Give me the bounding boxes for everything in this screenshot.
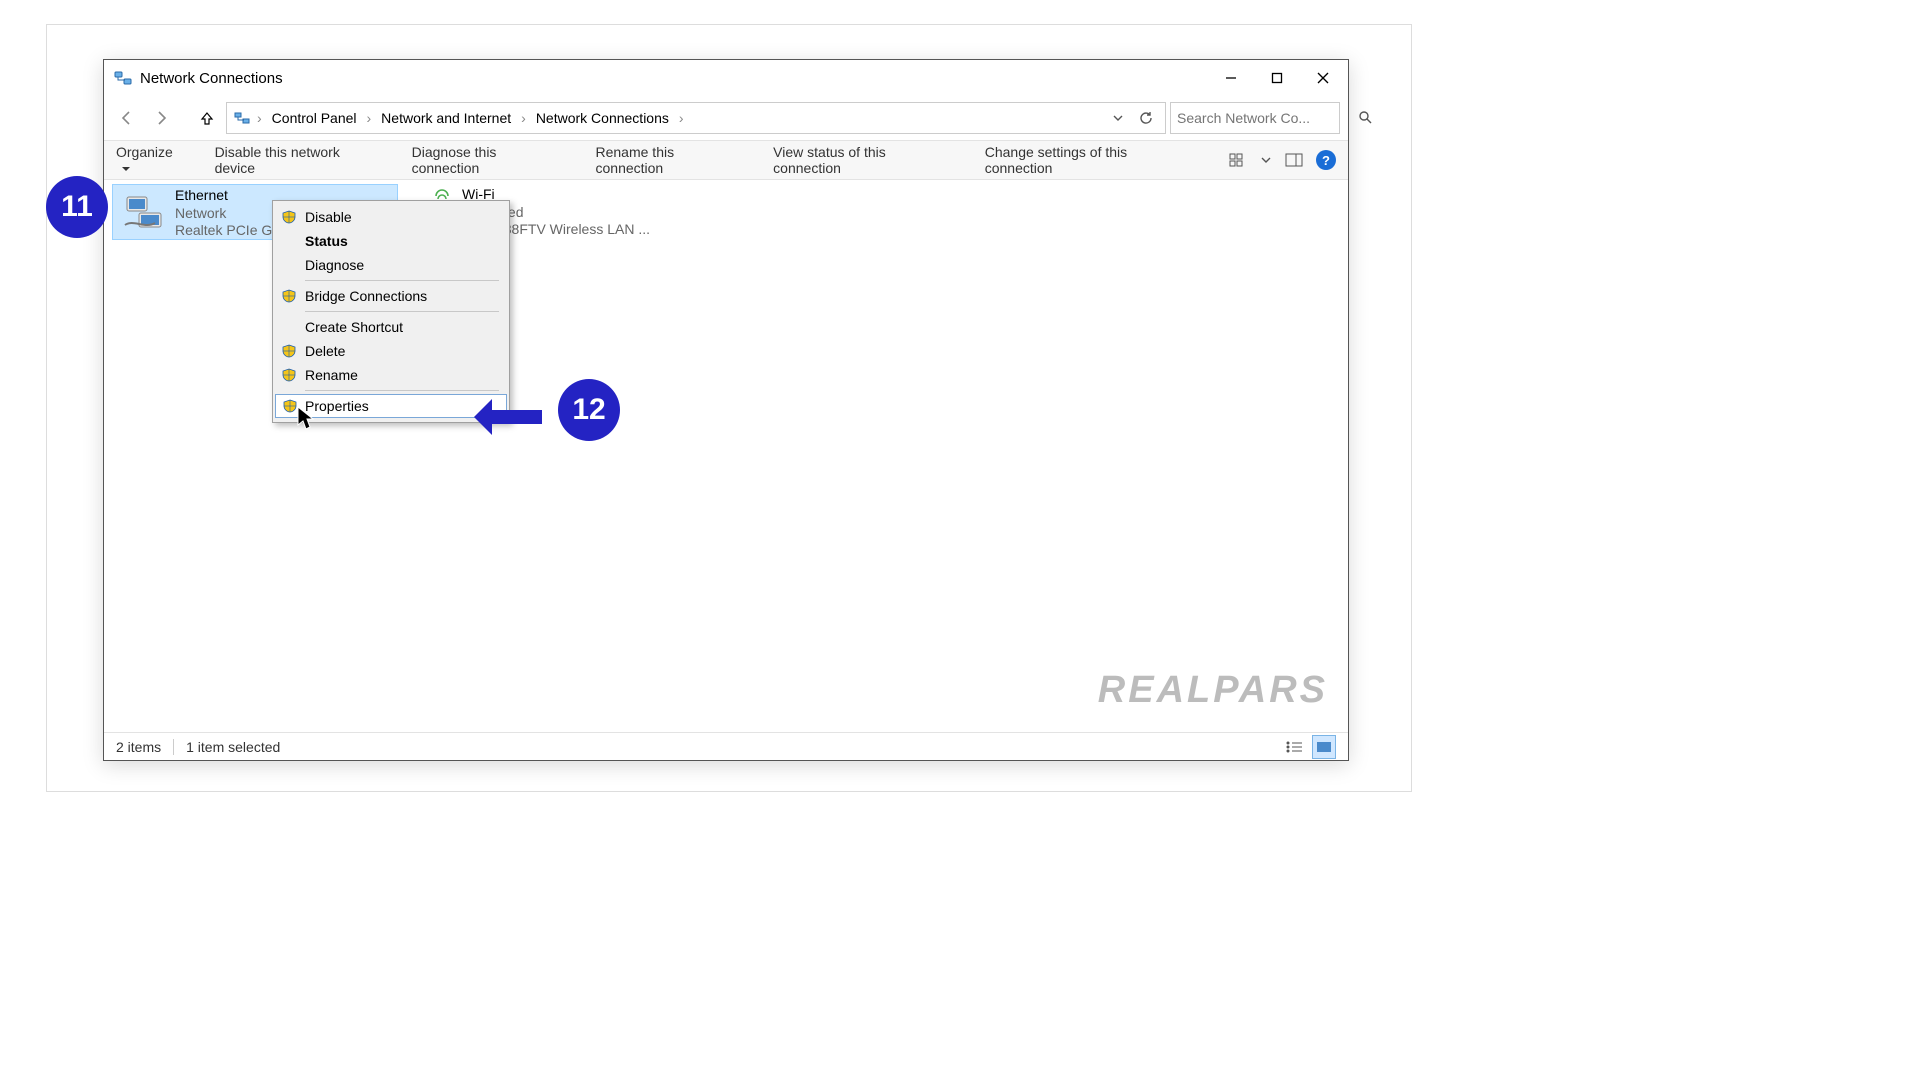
nav-back-button[interactable] (112, 103, 142, 133)
view-large-icons-button[interactable] (1312, 735, 1336, 759)
chevron-right-icon[interactable]: › (519, 110, 528, 126)
view-status-command[interactable]: View status of this connection (773, 144, 957, 176)
titlebar: Network Connections (104, 60, 1348, 96)
nav-forward-button[interactable] (146, 103, 176, 133)
maximize-button[interactable] (1254, 62, 1300, 94)
watermark: REALPARS (1098, 669, 1328, 712)
rename-command[interactable]: Rename this connection (596, 144, 746, 176)
diagnose-command[interactable]: Diagnose this connection (412, 144, 568, 176)
status-separator (173, 739, 174, 755)
context-rename[interactable]: Rename (275, 363, 507, 387)
search-input[interactable] (1177, 110, 1358, 126)
view-dropdown-button[interactable] (1260, 148, 1272, 172)
nav-up-button[interactable] (192, 103, 222, 133)
uac-shield-icon (281, 288, 297, 304)
context-disable[interactable]: Disable (275, 205, 507, 229)
disable-device-command[interactable]: Disable this network device (215, 144, 384, 176)
network-connections-window: Network Connections › (103, 59, 1349, 761)
context-label: Delete (305, 343, 345, 359)
minimize-button[interactable] (1208, 62, 1254, 94)
ethernet-adapter-icon (119, 187, 167, 235)
menu-separator (305, 311, 499, 312)
breadcrumb-bar[interactable]: › Control Panel › Network and Internet ›… (226, 102, 1166, 134)
command-bar: Organize Disable this network device Dia… (104, 140, 1348, 180)
breadcrumb-control-panel[interactable]: Control Panel (268, 110, 361, 126)
context-label: Diagnose (305, 257, 364, 273)
context-label: Rename (305, 367, 358, 383)
refresh-button[interactable] (1133, 105, 1159, 131)
address-dropdown-button[interactable] (1105, 105, 1131, 131)
mouse-cursor-icon (296, 405, 316, 431)
organize-menu[interactable]: Organize (116, 144, 187, 176)
context-label: Bridge Connections (305, 288, 427, 304)
context-delete[interactable]: Delete (275, 339, 507, 363)
window-title: Network Connections (140, 70, 283, 87)
view-details-button[interactable] (1282, 735, 1306, 759)
chevron-right-icon[interactable]: › (365, 110, 374, 126)
network-panel-icon (233, 109, 251, 127)
chevron-right-icon[interactable]: › (255, 110, 264, 126)
context-label: Create Shortcut (305, 319, 403, 335)
connections-list: Ethernet Network Realtek PCIe Gb... Wi-F… (104, 180, 1348, 732)
menu-separator (305, 280, 499, 281)
callout-badge-12: 12 (558, 379, 620, 441)
menu-separator (305, 390, 499, 391)
context-diagnose[interactable]: Diagnose (275, 253, 507, 277)
change-settings-command[interactable]: Change settings of this connection (985, 144, 1198, 176)
chevron-right-icon[interactable]: › (677, 110, 686, 126)
context-label: Disable (305, 209, 352, 225)
callout-badge-11: 11 (46, 176, 108, 238)
breadcrumb-network-internet[interactable]: Network and Internet (377, 110, 515, 126)
view-options-button[interactable] (1226, 148, 1250, 172)
context-bridge[interactable]: Bridge Connections (275, 284, 507, 308)
uac-shield-icon (281, 367, 297, 383)
statusbar: 2 items 1 item selected (104, 732, 1348, 760)
context-status[interactable]: Status (275, 229, 507, 253)
tutorial-arrow (474, 399, 542, 435)
uac-shield-icon (281, 343, 297, 359)
close-button[interactable] (1300, 62, 1346, 94)
search-box[interactable] (1170, 102, 1340, 134)
window-controls (1208, 62, 1346, 94)
breadcrumb-network-connections[interactable]: Network Connections (532, 110, 673, 126)
status-selected-count: 1 item selected (186, 739, 280, 755)
context-label: Status (305, 233, 348, 249)
help-button[interactable]: ? (1316, 150, 1336, 170)
context-create-shortcut[interactable]: Create Shortcut (275, 315, 507, 339)
address-bar: › Control Panel › Network and Internet ›… (104, 96, 1348, 140)
uac-shield-icon (281, 209, 297, 225)
search-icon[interactable] (1358, 110, 1372, 127)
network-app-icon (114, 69, 132, 87)
status-item-count: 2 items (116, 739, 161, 755)
preview-pane-button[interactable] (1282, 148, 1306, 172)
context-menu: Disable Status Diagnose Bridge Connectio… (272, 200, 510, 423)
